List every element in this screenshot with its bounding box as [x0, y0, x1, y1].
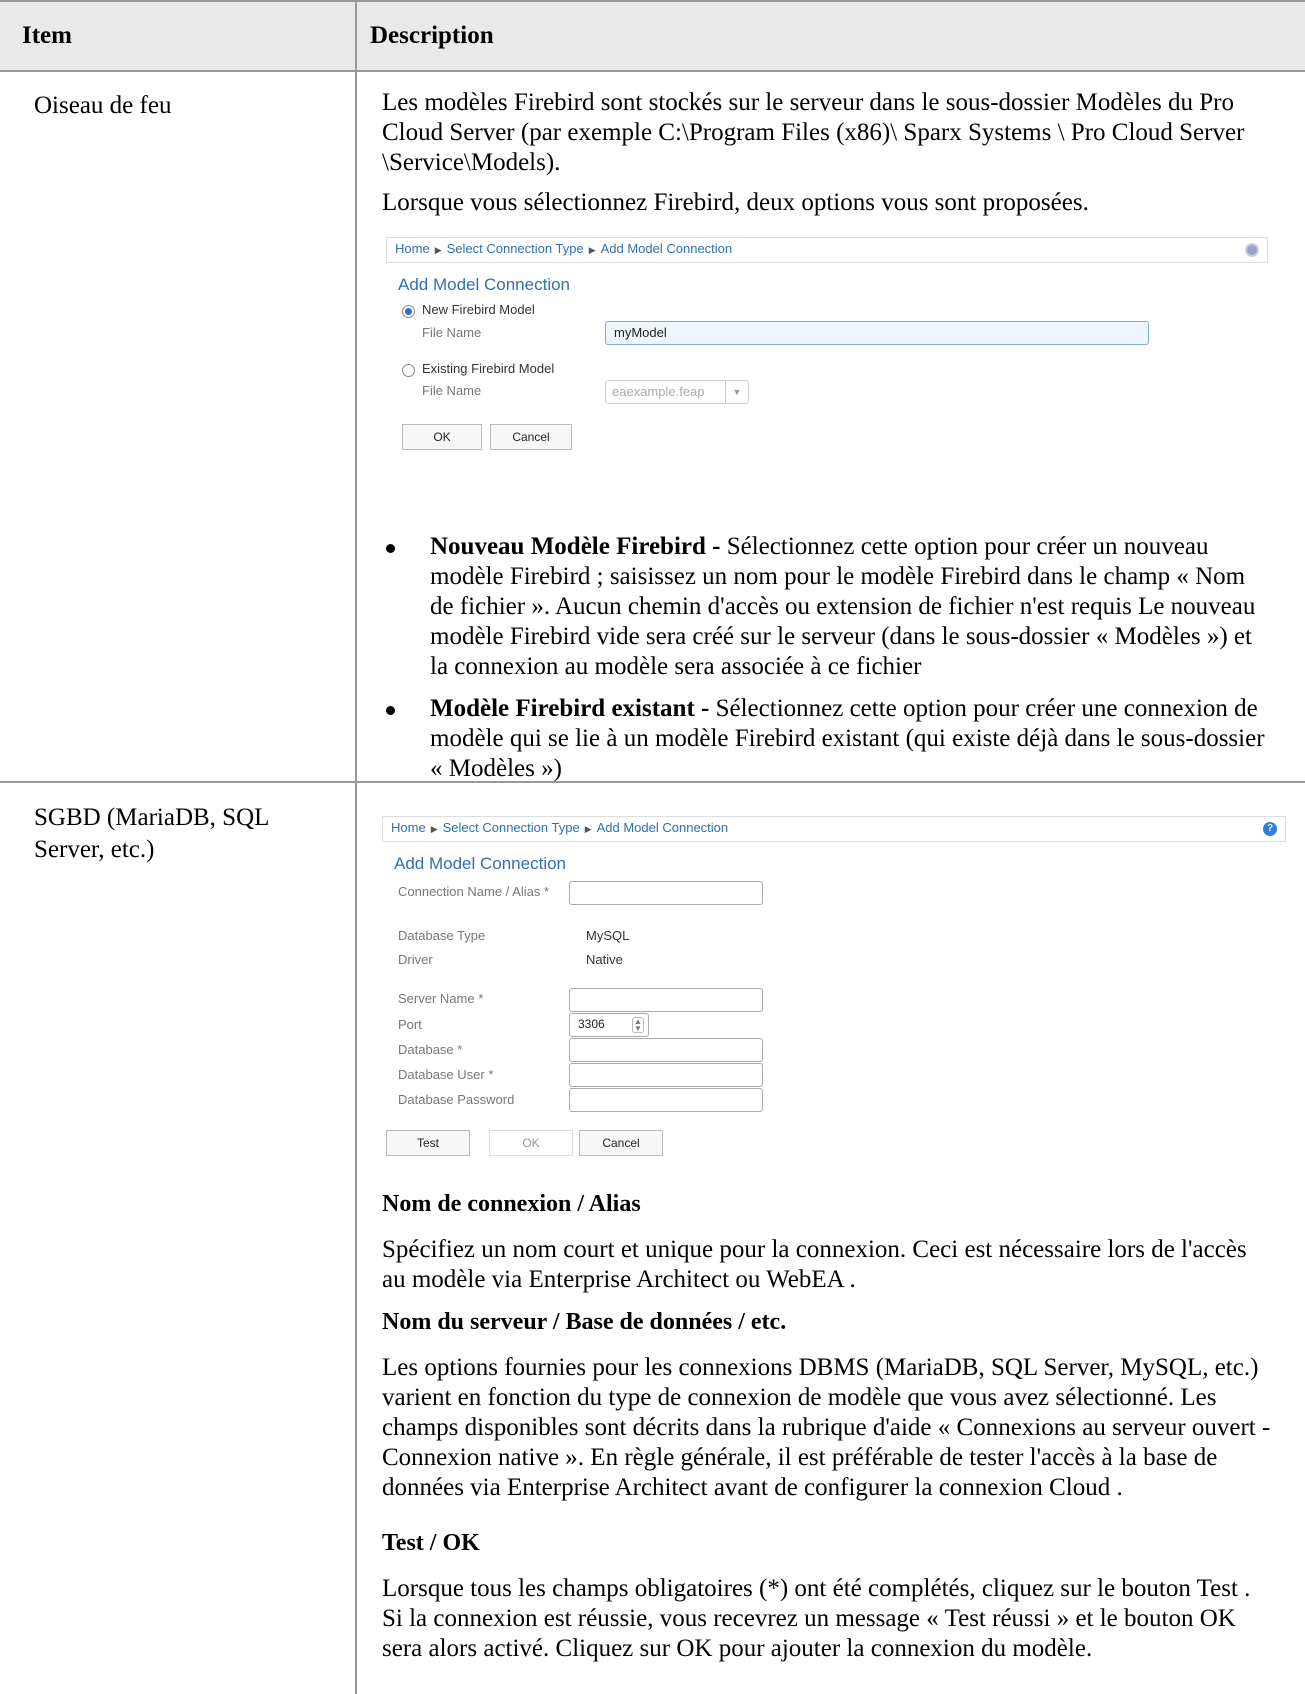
database-user-label: Database User * [398, 1067, 494, 1082]
header-item: Item [22, 22, 72, 49]
table-header: Item Description [0, 0, 1305, 72]
para-test-ok: Lorsque tous les champs obligatoires (*)… [382, 1575, 1251, 1662]
breadcrumb-add-model[interactable]: Add Model Connection [601, 241, 733, 256]
row1-para2: Lorsque vous sélectionnez Firebird, deux… [382, 189, 1089, 216]
existing-firebird-label: Existing Firebird Model [422, 361, 555, 376]
bullet-icon [386, 544, 395, 553]
database-type-label: Database Type [398, 928, 486, 943]
database-type-value: MySQL [586, 928, 630, 943]
database-user-input[interactable] [569, 1063, 763, 1087]
dbms-screenshot: Home ▶ Select Connection Type ▶ Add Model Co… [382, 816, 1286, 1186]
ok-button[interactable]: OK [402, 424, 482, 450]
ok-button[interactable]: OK [489, 1130, 573, 1156]
server-name-label: Server Name * [398, 991, 484, 1006]
database-password-input[interactable] [569, 1088, 763, 1112]
help-icon[interactable]: ? [1263, 822, 1277, 836]
database-password-label: Database Password [398, 1092, 515, 1107]
bullet-bold: Modèle Firebird existant - [430, 695, 710, 722]
test-button[interactable]: Test [386, 1130, 470, 1156]
cancel-button[interactable]: Cancel [490, 424, 572, 450]
breadcrumb-add-model[interactable]: Add Model Connection [597, 820, 729, 835]
breadcrumb-arrow-icon: ▶ [434, 245, 442, 255]
breadcrumb-home[interactable]: Home [395, 241, 430, 256]
subheading-test-ok: Test / OK [382, 1530, 480, 1556]
page-title: Add Model Connection [394, 854, 567, 873]
bullet-icon [386, 706, 395, 715]
breadcrumb: Home ▶ Select Connection Type ▶ Add Model Co… [386, 237, 1268, 263]
breadcrumb-home[interactable]: Home [391, 820, 426, 835]
subheading-connection-name: Nom de connexion / Alias [382, 1191, 641, 1217]
row1-bullets: Nouveau Modèle Firebird - Sélectionnez c… [382, 532, 1272, 796]
file-name-label: File Name [422, 325, 482, 340]
database-input[interactable] [569, 1038, 763, 1062]
row1-description: Les modèles Firebird sont stockés sur le… [382, 88, 1272, 218]
existing-firebird-radio[interactable] [402, 364, 415, 377]
breadcrumb-arrow-icon: ▶ [430, 824, 438, 834]
driver-value: Native [586, 952, 623, 967]
connection-name-label: Connection Name / Alias * [398, 884, 550, 899]
para-server-name: Les options fournies pour les connexions… [382, 1354, 1271, 1501]
info-table: Item Description Oiseau de feu Les modèl… [0, 0, 1305, 1694]
row1-para1: Les modèles Firebird sont stockés sur le… [382, 89, 1245, 176]
header-description: Description [370, 22, 494, 49]
existing-model-value: eaexample.feap [612, 384, 705, 399]
bullet-bold: Nouveau Modèle Firebird - [430, 533, 721, 560]
breadcrumb-arrow-icon: ▶ [588, 245, 596, 255]
new-firebird-radio[interactable] [402, 305, 415, 318]
firebird-screenshot: Home ▶ Select Connection Type ▶ Add Model Co… [386, 237, 1268, 477]
list-item: Nouveau Modèle Firebird - Sélectionnez c… [382, 532, 1272, 682]
driver-label: Driver [398, 952, 433, 967]
port-label: Port [398, 1017, 422, 1032]
port-input[interactable]: 3306 ▲ ▼ [569, 1013, 649, 1037]
breadcrumb-arrow-icon: ▶ [584, 824, 592, 834]
connection-name-input[interactable] [569, 881, 763, 905]
page-title: Add Model Connection [398, 275, 571, 294]
para-connection-name: Spécifiez un nom court et unique pour la… [382, 1236, 1247, 1293]
subheading-server-name: Nom du serveur / Base de données / etc. [382, 1309, 787, 1335]
existing-model-select[interactable]: eaexample.feap ▼ [605, 380, 749, 404]
port-value: 3306 [578, 1017, 605, 1031]
chevron-down-icon: ▼ [725, 381, 748, 403]
row2-item: SGBD (MariaDB, SQL Server, etc.) [34, 804, 269, 863]
row1-item: Oiseau de feu [34, 92, 172, 119]
file-name-input[interactable]: myModel [605, 321, 1149, 345]
breadcrumb-select-type[interactable]: Select Connection Type [447, 241, 584, 256]
database-label: Database * [398, 1042, 463, 1057]
file-name-label-2: File Name [422, 383, 482, 398]
cancel-button[interactable]: Cancel [579, 1130, 663, 1156]
new-firebird-label: New Firebird Model [422, 302, 535, 317]
help-icon[interactable] [1245, 243, 1259, 257]
spinner-icon[interactable]: ▲ ▼ [632, 1017, 644, 1033]
column-divider [355, 0, 357, 1694]
list-item: Modèle Firebird existant - Sélectionnez … [382, 694, 1272, 784]
breadcrumb: Home ▶ Select Connection Type ▶ Add Model Co… [382, 816, 1286, 842]
breadcrumb-select-type[interactable]: Select Connection Type [443, 820, 580, 835]
server-name-input[interactable] [569, 988, 763, 1012]
